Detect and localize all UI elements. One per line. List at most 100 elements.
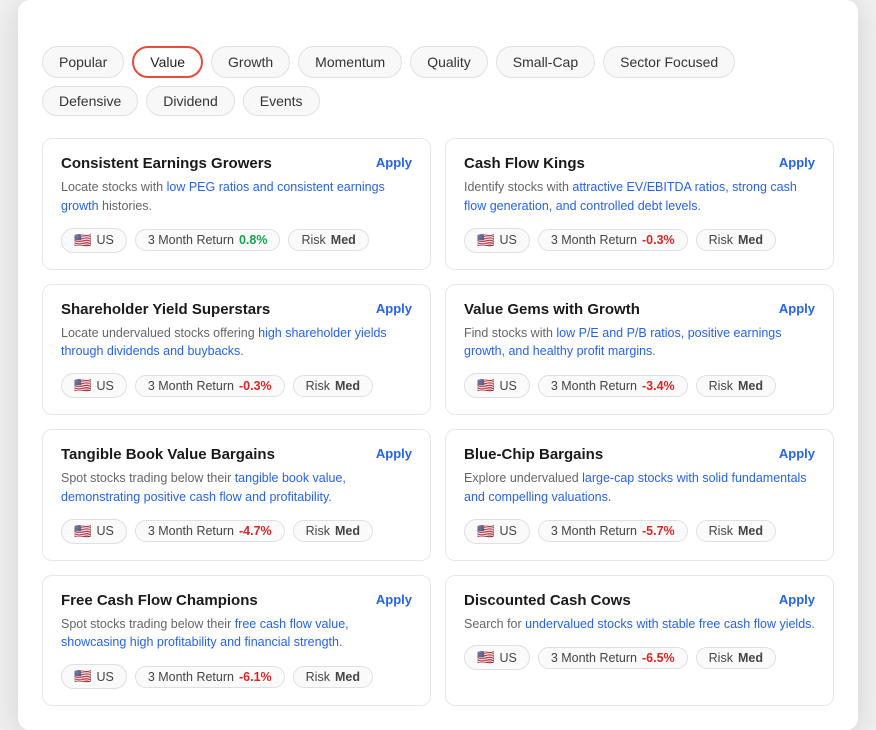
return-value: -6.1% — [239, 670, 272, 684]
card-header: Discounted Cash Cows Apply — [464, 592, 815, 609]
flag-icon: 🇺🇸 — [74, 523, 91, 540]
risk-badge: Risk Med — [696, 229, 776, 251]
card-discounted-cash-cows: Discounted Cash Cows Apply Search for un… — [445, 575, 834, 707]
card-desc: Explore undervalued large-cap stocks wit… — [464, 469, 815, 507]
flag-icon: 🇺🇸 — [74, 377, 91, 394]
return-badge: 3 Month Return -6.1% — [135, 666, 285, 688]
tab-defensive[interactable]: Defensive — [42, 86, 138, 116]
card-header: Value Gems with Growth Apply — [464, 301, 815, 318]
card-desc: Search for undervalued stocks with stabl… — [464, 615, 815, 634]
risk-label: Risk — [306, 524, 330, 538]
card-meta: 🇺🇸 US 3 Month Return -0.3% Risk Med — [464, 228, 815, 253]
apply-button[interactable]: Apply — [376, 301, 412, 316]
apply-button[interactable]: Apply — [779, 301, 815, 316]
tab-value[interactable]: Value — [132, 46, 203, 78]
region-label: US — [499, 524, 516, 538]
risk-badge: Risk Med — [288, 229, 368, 251]
region-label: US — [499, 379, 516, 393]
return-label: 3 Month Return — [148, 670, 234, 684]
apply-button[interactable]: Apply — [376, 592, 412, 607]
return-badge: 3 Month Return -6.5% — [538, 647, 688, 669]
tab-dividend[interactable]: Dividend — [146, 86, 234, 116]
card-meta: 🇺🇸 US 3 Month Return -0.3% Risk Med — [61, 373, 412, 398]
region-badge: 🇺🇸 US — [61, 373, 127, 398]
risk-value: Med — [335, 524, 360, 538]
region-badge: 🇺🇸 US — [61, 519, 127, 544]
apply-button[interactable]: Apply — [376, 155, 412, 170]
card-meta: 🇺🇸 US 3 Month Return -6.5% Risk Med — [464, 645, 815, 670]
card-consistent-earnings-growers: Consistent Earnings Growers Apply Locate… — [42, 138, 431, 270]
region-badge: 🇺🇸 US — [464, 519, 530, 544]
region-badge: 🇺🇸 US — [464, 645, 530, 670]
card-desc: Find stocks with low P/E and P/B ratios,… — [464, 324, 815, 362]
tab-quality[interactable]: Quality — [410, 46, 488, 78]
return-badge: 3 Month Return 0.8% — [135, 229, 281, 251]
risk-label: Risk — [301, 233, 325, 247]
tab-sector-focused[interactable]: Sector Focused — [603, 46, 735, 78]
card-title: Discounted Cash Cows — [464, 592, 631, 609]
region-badge: 🇺🇸 US — [61, 228, 127, 253]
card-desc: Identify stocks with attractive EV/EBITD… — [464, 178, 815, 216]
apply-button[interactable]: Apply — [779, 446, 815, 461]
card-header: Free Cash Flow Champions Apply — [61, 592, 412, 609]
card-meta: 🇺🇸 US 3 Month Return -6.1% Risk Med — [61, 664, 412, 689]
flag-icon: 🇺🇸 — [477, 523, 494, 540]
return-label: 3 Month Return — [551, 233, 637, 247]
tab-growth[interactable]: Growth — [211, 46, 290, 78]
return-value: -5.7% — [642, 524, 675, 538]
region-badge: 🇺🇸 US — [464, 228, 530, 253]
return-value: -0.3% — [642, 233, 675, 247]
risk-badge: Risk Med — [696, 375, 776, 397]
risk-value: Med — [335, 670, 360, 684]
screeners-modal: PopularValueGrowthMomentumQualitySmall-C… — [18, 0, 858, 730]
risk-value: Med — [335, 379, 360, 393]
return-label: 3 Month Return — [148, 233, 234, 247]
return-label: 3 Month Return — [148, 379, 234, 393]
risk-badge: Risk Med — [696, 647, 776, 669]
return-label: 3 Month Return — [551, 379, 637, 393]
risk-value: Med — [738, 524, 763, 538]
tab-momentum[interactable]: Momentum — [298, 46, 402, 78]
risk-badge: Risk Med — [293, 520, 373, 542]
risk-value: Med — [331, 233, 356, 247]
return-value: -6.5% — [642, 651, 675, 665]
return-badge: 3 Month Return -5.7% — [538, 520, 688, 542]
tab-popular[interactable]: Popular — [42, 46, 124, 78]
card-blue-chip-bargains: Blue-Chip Bargains Apply Explore underva… — [445, 429, 834, 561]
apply-button[interactable]: Apply — [779, 155, 815, 170]
close-button[interactable] — [822, 24, 834, 28]
card-value-gems-with-growth: Value Gems with Growth Apply Find stocks… — [445, 284, 834, 416]
return-badge: 3 Month Return -3.4% — [538, 375, 688, 397]
card-title: Consistent Earnings Growers — [61, 155, 272, 172]
card-header: Cash Flow Kings Apply — [464, 155, 815, 172]
card-header: Blue-Chip Bargains Apply — [464, 446, 815, 463]
region-label: US — [96, 670, 113, 684]
card-free-cash-flow-champions: Free Cash Flow Champions Apply Spot stoc… — [42, 575, 431, 707]
region-badge: 🇺🇸 US — [61, 664, 127, 689]
filter-tabs: PopularValueGrowthMomentumQualitySmall-C… — [42, 46, 834, 116]
risk-badge: Risk Med — [696, 520, 776, 542]
card-desc: Spot stocks trading below their tangible… — [61, 469, 412, 507]
region-label: US — [96, 379, 113, 393]
card-tangible-book-value-bargains: Tangible Book Value Bargains Apply Spot … — [42, 429, 431, 561]
return-badge: 3 Month Return -4.7% — [135, 520, 285, 542]
return-label: 3 Month Return — [551, 524, 637, 538]
apply-button[interactable]: Apply — [376, 446, 412, 461]
risk-badge: Risk Med — [293, 666, 373, 688]
tab-events[interactable]: Events — [243, 86, 320, 116]
return-label: 3 Month Return — [148, 524, 234, 538]
apply-button[interactable]: Apply — [779, 592, 815, 607]
modal-header — [42, 24, 834, 28]
return-badge: 3 Month Return -0.3% — [135, 375, 285, 397]
risk-value: Med — [738, 233, 763, 247]
card-title: Blue-Chip Bargains — [464, 446, 603, 463]
risk-label: Risk — [709, 524, 733, 538]
return-badge: 3 Month Return -0.3% — [538, 229, 688, 251]
cards-grid: Consistent Earnings Growers Apply Locate… — [42, 138, 834, 706]
flag-icon: 🇺🇸 — [477, 649, 494, 666]
flag-icon: 🇺🇸 — [74, 668, 91, 685]
flag-icon: 🇺🇸 — [74, 232, 91, 249]
risk-label: Risk — [709, 233, 733, 247]
flag-icon: 🇺🇸 — [477, 232, 494, 249]
tab-small-cap[interactable]: Small-Cap — [496, 46, 595, 78]
